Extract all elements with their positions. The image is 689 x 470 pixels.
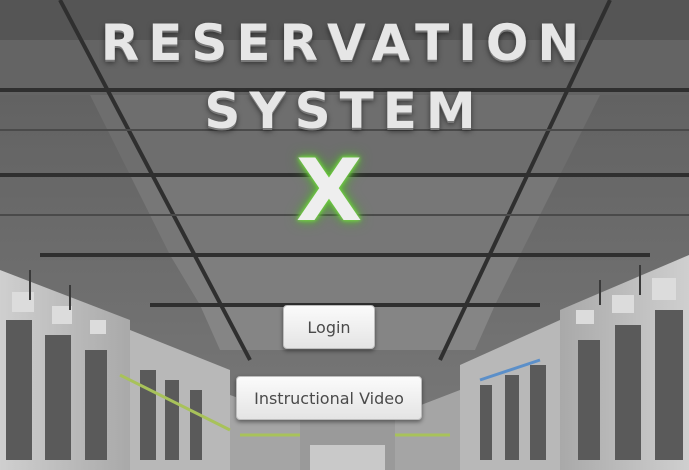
title-line-system: SYSTEM xyxy=(204,82,485,140)
instructional-video-button[interactable]: Instructional Video xyxy=(236,376,422,420)
login-button[interactable]: Login xyxy=(283,305,375,349)
title-line-reservation: RESERVATION xyxy=(100,14,589,72)
x-logo-icon: X xyxy=(295,141,363,241)
